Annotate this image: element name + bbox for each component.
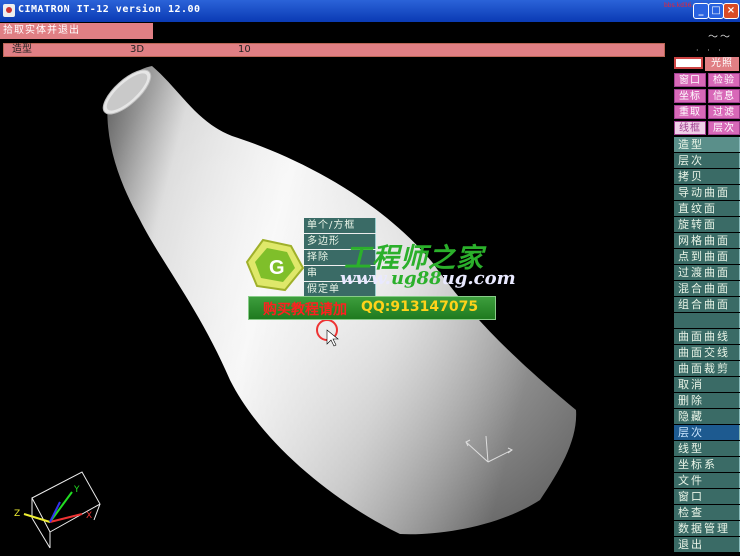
status-view: 3D (130, 44, 145, 55)
watermark-url-a: www. (340, 268, 391, 289)
menu-item-layer-2[interactable]: 层次 (674, 425, 740, 440)
menu-item-file[interactable]: 文件 (674, 473, 740, 488)
app-icon[interactable] (3, 4, 15, 17)
watermark-qq-text: QQ:913147075 (361, 299, 479, 315)
axis-y-label: Y (73, 485, 80, 495)
command-prompt: 拾取实体并退出 (0, 23, 153, 39)
menu-item-cancel[interactable]: 取消 (674, 377, 740, 392)
close-button[interactable]: × (723, 3, 739, 19)
menu-item-composite-surface[interactable]: 组合曲面 (674, 297, 740, 312)
menu-item-hide[interactable]: 隐藏 (674, 409, 740, 424)
window-button[interactable]: 窗口 (674, 73, 706, 87)
status-value: 10 (238, 44, 251, 55)
watermark-url-c: ug.com (441, 268, 516, 289)
menu-item-data-management[interactable]: 数据管理 (674, 521, 740, 536)
color-swatch[interactable] (674, 57, 703, 69)
menu-item-layer[interactable]: 层次 (674, 153, 740, 168)
coordinate-button[interactable]: 坐标 (674, 89, 706, 103)
menu-item-blank[interactable] (674, 313, 740, 328)
verify-button[interactable]: 检验 (708, 73, 740, 87)
top-dots: · · · (696, 46, 724, 55)
menu-item-transition-surface[interactable]: 过渡曲面 (674, 265, 740, 280)
right-panel-top: 〜〜 · · · (672, 24, 740, 58)
maximize-button[interactable]: □ (708, 3, 724, 19)
info-button[interactable]: 信息 (708, 89, 740, 103)
watermark-url: www.ug88ug.com (340, 268, 516, 289)
axis-triad-icon: Y X Z (14, 471, 101, 549)
watermark-banner: 购买教程请加 QQ:913147075 (248, 296, 496, 320)
menu-item-delete[interactable]: 删除 (674, 393, 740, 408)
menu-item-modeling[interactable]: 造型 (674, 137, 740, 152)
watermark-url-b: ug88 (390, 268, 442, 289)
filter-button[interactable]: 过滤 (708, 105, 740, 119)
menu-item-sweep-surface[interactable]: 导动曲面 (674, 185, 740, 200)
menu-item-copy[interactable]: 拷贝 (674, 169, 740, 184)
menu-item-point-to-surface[interactable]: 点到曲面 (674, 249, 740, 264)
menu-item-check[interactable]: 检查 (674, 505, 740, 520)
axis-x-label: X (86, 511, 92, 521)
axis-z-label: Z (14, 509, 20, 519)
redo-button[interactable]: 重取 (674, 105, 706, 119)
menu-item-window[interactable]: 窗口 (674, 489, 740, 504)
menu-item-line-type[interactable]: 线型 (674, 441, 740, 456)
svg-text:G: G (269, 257, 285, 279)
top-marks: 〜〜 (708, 32, 732, 43)
menu-item-ruled-surface[interactable]: 直纹面 (674, 201, 740, 216)
light-button[interactable]: 光照 (705, 57, 739, 71)
window-title: CIMATRON IT-12 version 12.00 (18, 4, 201, 15)
layer-button[interactable]: 层次 (708, 121, 740, 135)
watermark-buy-text: 购买教程请加 (263, 302, 347, 318)
menu-item-mesh-surface[interactable]: 网格曲面 (674, 233, 740, 248)
wireframe-button[interactable]: 线框 (674, 121, 706, 135)
menu-item-surface-curve[interactable]: 曲面曲线 (674, 329, 740, 344)
popup-item-single-box[interactable]: 单个/方框 (304, 218, 376, 233)
watermark-logo-icon: G (245, 238, 305, 292)
menu-item-exit[interactable]: 退出 (674, 537, 740, 552)
menu-item-coordinate-system[interactable]: 坐标系 (674, 457, 740, 472)
status-bar: 造型 3D 10 (3, 43, 665, 57)
menu-item-surface-trim[interactable]: 曲面裁剪 (674, 361, 740, 376)
main-menu: 造型 层次 拷贝 导动曲面 直纹面 旋转面 网格曲面 点到曲面 过渡曲面 混合曲… (674, 137, 740, 553)
minimize-button[interactable]: _ (693, 3, 709, 19)
menu-item-surface-intersection[interactable]: 曲面交线 (674, 345, 740, 360)
menu-item-blend-surface[interactable]: 混合曲面 (674, 281, 740, 296)
menu-item-revolve-surface[interactable]: 旋转面 (674, 217, 740, 232)
title-bar: CIMATRON IT-12 version 12.00 bbs.kd36.ne… (0, 0, 740, 22)
status-mode: 造型 (12, 44, 32, 55)
tool-pair-grid: 窗口 检验 坐标 信息 重取 过滤 线框 层次 (674, 73, 740, 137)
